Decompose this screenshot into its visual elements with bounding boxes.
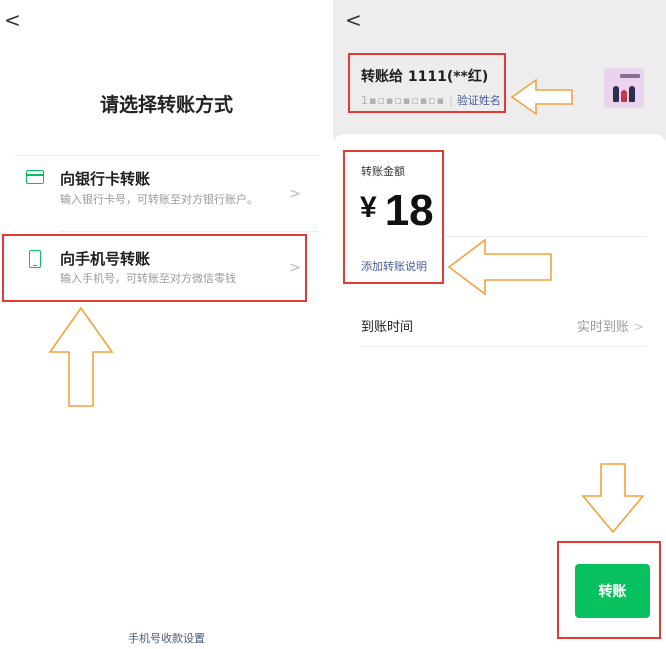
option-description: 输入银行卡号，可转账至对方银行账户。 [60, 193, 258, 206]
highlight-box-amount [343, 150, 444, 284]
arrow-left-icon [447, 238, 552, 296]
option-bank-card-transfer[interactable]: 向银行卡转账 输入银行卡号，可转账至对方银行账户。 > [14, 155, 319, 227]
phone-receive-settings-link[interactable]: 手机号收款设置 [0, 630, 333, 646]
option-title: 向银行卡转账 [60, 170, 151, 188]
page-title: 请选择转账方式 [99, 94, 233, 116]
divider [361, 346, 646, 347]
arrow-up-icon [48, 306, 114, 407]
transfer-submit-button[interactable]: 转账 [575, 564, 650, 618]
arrival-time-selector[interactable]: 实时到账 > [577, 316, 644, 335]
bank-card-icon [26, 170, 44, 184]
highlight-box-payee [348, 53, 506, 113]
arrival-time-value: 实时到账 [576, 320, 629, 335]
back-button[interactable]: < [345, 10, 362, 30]
arrow-down-icon [581, 463, 645, 534]
back-button[interactable]: < [4, 10, 21, 30]
left-panel: < 请选择转账方式 向银行卡转账 输入银行卡号，可转账至对方银行账户。 > 向手… [0, 0, 333, 649]
highlight-box-phone-option [2, 234, 307, 302]
right-panel: < 转账给 1111(**红) 1▪▫▪▫▪▫▪▫▪ | 验证姓名 转账金额 ¥18… [333, 0, 666, 649]
avatar [604, 68, 644, 108]
arrival-time-label: 到账时间 [361, 320, 414, 335]
arrow-left-icon [510, 78, 573, 116]
divider [445, 236, 646, 237]
chevron-right-icon: > [633, 320, 644, 335]
divider [60, 231, 319, 232]
chevron-right-icon: > [289, 186, 301, 202]
